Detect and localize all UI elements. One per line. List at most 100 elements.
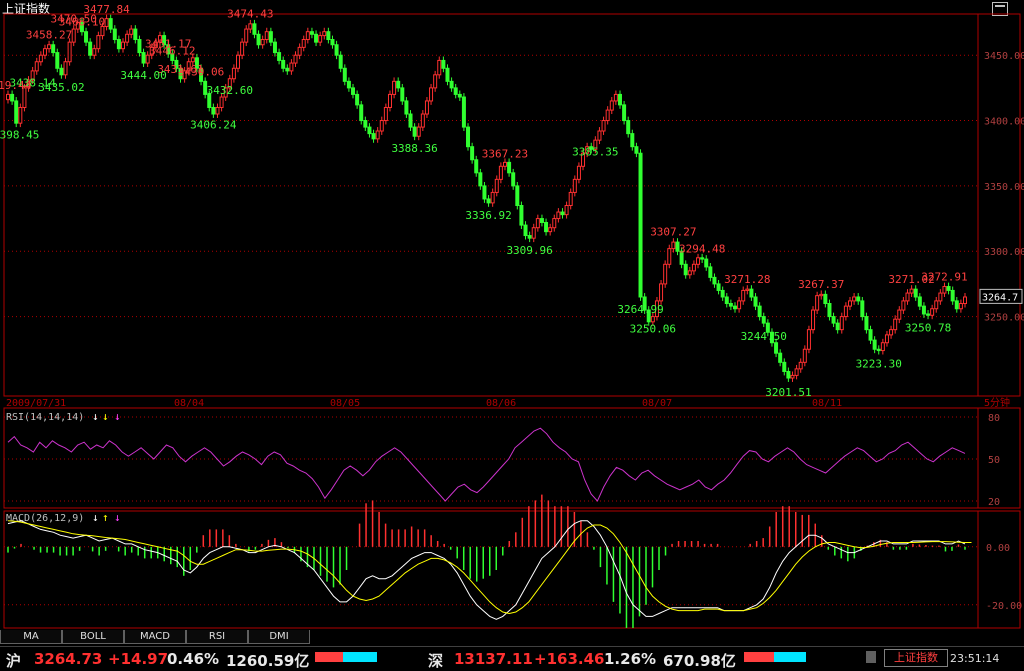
candle (231, 67, 236, 80)
price-annotation: 3367.23 (482, 147, 528, 160)
candle (392, 80, 397, 95)
sz-percent: 1.26% (604, 650, 657, 668)
candle (322, 31, 327, 37)
candle (663, 263, 668, 285)
candle (880, 342, 885, 352)
price-annotation: 3398.45 (0, 129, 39, 142)
tab-ma[interactable]: MA (0, 630, 62, 644)
candle (190, 57, 195, 63)
candle (453, 87, 458, 95)
candle (466, 126, 471, 148)
candle (704, 258, 709, 268)
candle (901, 300, 906, 311)
tab-boll[interactable]: BOLL (62, 630, 124, 644)
candle (445, 67, 450, 82)
candle (696, 257, 701, 265)
candle (950, 289, 955, 302)
tab-dmi[interactable]: DMI (248, 630, 310, 644)
y-tick-label: -20.00 (986, 601, 1022, 612)
candle (753, 296, 758, 307)
candle (876, 348, 881, 352)
candle (6, 93, 10, 101)
candle (544, 221, 549, 233)
candle (831, 316, 836, 324)
candle (437, 59, 442, 76)
panel-frame (3, 510, 1021, 629)
date-label: 08/06 (486, 398, 516, 409)
candle (63, 61, 68, 76)
candle (47, 44, 52, 50)
candle (774, 342, 779, 354)
candle (798, 361, 803, 370)
candle (309, 31, 314, 35)
candle (236, 54, 241, 69)
candle (449, 80, 454, 89)
symbol-box[interactable]: 上证指数 (884, 649, 948, 667)
candle (802, 348, 807, 363)
candle (396, 80, 401, 89)
candle (330, 39, 335, 46)
candle (474, 159, 479, 174)
candle (383, 106, 388, 122)
current-price-label: 3264.7 (982, 292, 1018, 303)
sh-change: +14.97 (108, 650, 169, 668)
candle (724, 296, 729, 305)
candle (260, 39, 265, 46)
candle (129, 28, 134, 35)
candle (338, 54, 343, 69)
candle (958, 303, 963, 310)
candle (745, 288, 750, 291)
candle (634, 146, 639, 154)
price-annotation: 3388.36 (391, 142, 437, 155)
candle (815, 295, 820, 311)
candle (564, 205, 569, 216)
candle (121, 41, 126, 50)
candle (470, 146, 475, 161)
candle (930, 308, 935, 316)
candle (71, 28, 76, 43)
candle (523, 224, 528, 237)
candle (96, 35, 101, 50)
candle (55, 52, 60, 69)
candle (502, 161, 507, 167)
candle (843, 305, 848, 318)
candle (92, 48, 97, 56)
sz-change: +163.46 (534, 650, 605, 668)
candle (305, 31, 310, 41)
y-tick-label: 3300.00 (984, 247, 1024, 258)
candle (613, 93, 618, 102)
status-bar: 沪 3264.73 +14.97 0.46% 1260.59亿 深 13137.… (0, 646, 1024, 670)
candle (778, 352, 783, 363)
macd-title: MACD(26,12,9) (6, 513, 84, 524)
candle (116, 39, 121, 50)
candle (272, 41, 277, 54)
y-tick-label: 3400.00 (984, 117, 1024, 128)
candle (741, 289, 746, 302)
candle (379, 120, 384, 132)
candle (67, 41, 72, 63)
candle (277, 52, 282, 61)
arrow-icon: ↓ (92, 511, 99, 524)
date-label: 08/11 (812, 398, 842, 409)
candle (346, 80, 351, 89)
candle (285, 67, 290, 72)
candle (757, 305, 762, 318)
date-label: 08/05 (330, 398, 360, 409)
candle (617, 93, 622, 106)
arrow-icon: ↓ (114, 410, 121, 423)
tab-macd[interactable]: MACD (124, 630, 186, 644)
sh-index: 3264.73 (34, 650, 103, 668)
candle (359, 104, 364, 122)
price-annotation: 3272.91 (921, 271, 967, 284)
price-annotation: 3294.48 (679, 242, 725, 255)
candle (256, 33, 261, 46)
candle (905, 292, 910, 302)
price-annotation: 3430.06 (178, 65, 224, 78)
price-annotation: 3336.92 (465, 209, 511, 222)
candle (884, 334, 889, 344)
tab-rsi[interactable]: RSI (186, 630, 248, 644)
candle (363, 120, 368, 128)
candle (720, 289, 725, 298)
candle (490, 191, 495, 204)
candle (847, 300, 852, 307)
